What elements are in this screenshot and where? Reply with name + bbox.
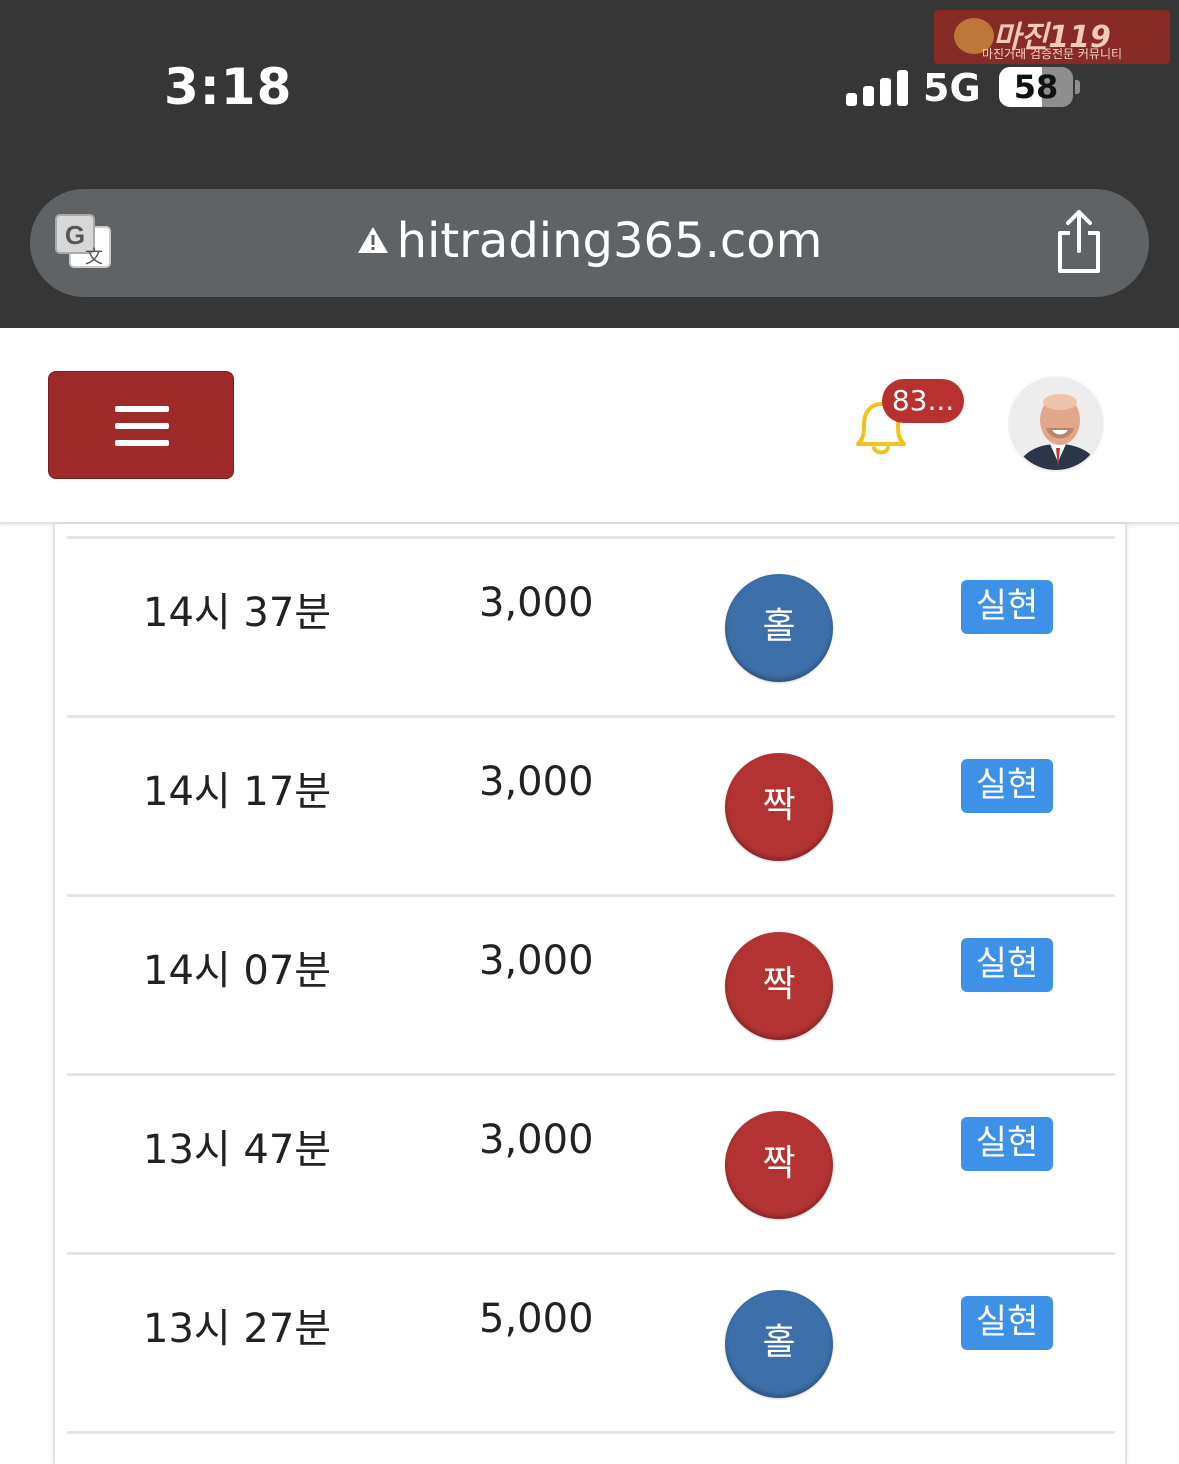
list-item: 13시 27분 5,000 홀 실현 bbox=[55, 1256, 1129, 1432]
row-divider bbox=[67, 536, 1115, 539]
row-time: 14시 37분 bbox=[143, 590, 332, 636]
share-icon[interactable] bbox=[1052, 209, 1106, 275]
row-divider bbox=[67, 894, 1115, 897]
watermark-subtitle: 마진거래 검증전문 커뮤니티 bbox=[981, 47, 1123, 61]
battery-icon: 58 bbox=[999, 67, 1073, 107]
list-item: 13시 47분 3,000 짝 실현 bbox=[55, 1077, 1129, 1253]
list-item: 14시 07분 3,000 짝 실현 bbox=[55, 898, 1129, 1074]
row-divider bbox=[67, 715, 1115, 718]
row-time: 14시 17분 bbox=[143, 769, 332, 815]
network-type: 5G bbox=[923, 66, 981, 110]
row-divider bbox=[67, 1431, 1115, 1434]
status-badge: 실현 bbox=[961, 580, 1053, 634]
result-ball: 짝 bbox=[725, 1111, 833, 1219]
row-divider bbox=[67, 1252, 1115, 1255]
avatar[interactable] bbox=[1008, 376, 1104, 472]
result-ball: 홀 bbox=[725, 574, 833, 682]
watermark-logo: 마진119 마진거래 검증전문 커뮤니티 bbox=[934, 10, 1170, 64]
result-ball: 홀 bbox=[725, 1290, 833, 1398]
menu-button[interactable] bbox=[48, 371, 234, 479]
browser-chrome: 3:18 마진119 마진거래 검증전문 커뮤니티 5G 58 G 文 hitr… bbox=[0, 0, 1179, 328]
result-list: 14시 37분 3,000 홀 실현 14시 17분 3,000 짝 실현 14… bbox=[53, 524, 1127, 1464]
result-ball: 짝 bbox=[725, 753, 833, 861]
url-text: hitrading365.com bbox=[396, 213, 823, 269]
site-header: 83... bbox=[0, 328, 1179, 524]
status-time: 3:18 bbox=[164, 58, 293, 116]
list-item: 14시 37분 3,000 홀 실현 bbox=[55, 540, 1129, 716]
url-field[interactable]: hitrading365.com bbox=[30, 213, 1149, 269]
status-badge: 실현 bbox=[961, 759, 1053, 813]
status-badge: 실현 bbox=[961, 1296, 1053, 1350]
row-amount: 3,000 bbox=[479, 580, 594, 626]
row-time: 13시 47분 bbox=[143, 1127, 332, 1173]
signal-icon bbox=[846, 70, 908, 106]
status-badge: 실현 bbox=[961, 938, 1053, 992]
battery-percent: 58 bbox=[1013, 68, 1059, 106]
warning-icon bbox=[357, 227, 388, 253]
row-amount: 5,000 bbox=[479, 1296, 594, 1342]
avatar-image bbox=[1010, 378, 1102, 470]
result-ball: 짝 bbox=[725, 932, 833, 1040]
status-badge: 실현 bbox=[961, 1117, 1053, 1171]
row-time: 14시 07분 bbox=[143, 948, 332, 994]
row-amount: 3,000 bbox=[479, 759, 594, 805]
notification-badge[interactable]: 83... bbox=[882, 379, 964, 423]
row-amount: 3,000 bbox=[479, 1117, 594, 1163]
address-bar[interactable]: G 文 hitrading365.com bbox=[30, 189, 1149, 297]
list-item: 14시 17분 3,000 짝 실현 bbox=[55, 719, 1129, 895]
battery-tip bbox=[1075, 80, 1080, 94]
row-time: 13시 27분 bbox=[143, 1306, 332, 1352]
row-divider bbox=[67, 1073, 1115, 1076]
hamburger-icon bbox=[115, 406, 169, 412]
row-amount: 3,000 bbox=[479, 938, 594, 984]
